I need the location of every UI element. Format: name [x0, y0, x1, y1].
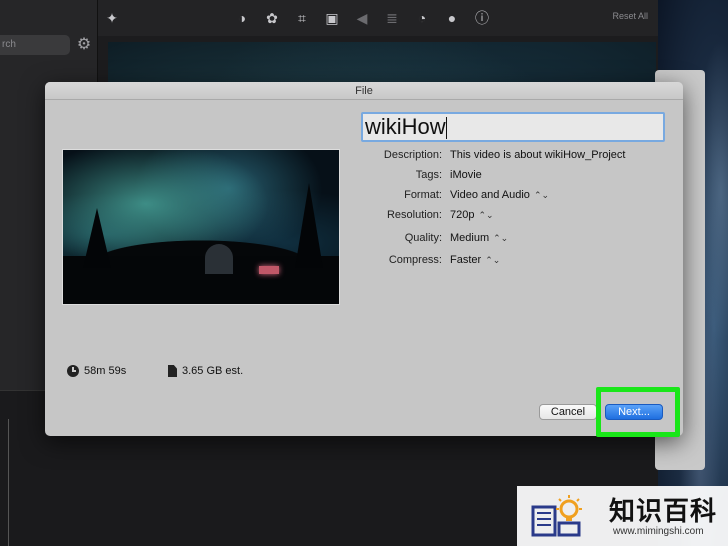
size-stat: 3.65 GB est.: [168, 364, 243, 378]
file-icon: [168, 365, 177, 377]
field-compress[interactable]: Compress: Faster ⌃⌄: [345, 252, 675, 268]
equalizer-icon[interactable]: ≣: [382, 8, 402, 28]
speed-icon[interactable]: ◔: [412, 8, 432, 28]
book-bulb-icon: [531, 495, 582, 537]
clock-icon: [67, 365, 79, 377]
resolution-popup[interactable]: 720p ⌃⌄: [450, 207, 494, 223]
camera-icon[interactable]: ▣: [322, 8, 342, 28]
field-quality[interactable]: Quality: Medium ⌃⌄: [345, 230, 675, 246]
filter-icon[interactable]: ●: [442, 8, 462, 28]
field-label: Quality:: [404, 232, 442, 244]
field-resolution[interactable]: Resolution: 720p ⌃⌄: [345, 207, 675, 223]
adjustments-toolbar: ✦ ◑ ✿ ⌗ ▣ ◀ ≣ ◔ ● ⓘ Reset All: [98, 0, 658, 36]
export-file-dialog: File wikiHow Description: This video is …: [45, 82, 683, 436]
field-value: Medium: [450, 232, 490, 244]
watermark-title: 知识百科: [609, 497, 718, 527]
observatory-dome: [205, 244, 233, 274]
duration-stat: 58m 59s: [67, 364, 126, 378]
next-button-highlight: [596, 387, 680, 437]
chevron-updown-icon: ⌃⌄: [533, 190, 550, 200]
field-label: Tags:: [415, 169, 442, 181]
magic-wand-icon[interactable]: ✦: [102, 8, 122, 28]
dialog-title: File: [45, 82, 683, 100]
size-value: 3.65 GB est.: [182, 365, 244, 377]
info-icon[interactable]: ⓘ: [472, 8, 492, 28]
gear-icon[interactable]: ⚙: [75, 36, 93, 54]
field-label: Description:: [383, 149, 442, 161]
field-label: Compress:: [388, 254, 442, 266]
playhead[interactable]: [8, 419, 9, 546]
watermark: 知识百科 www.mimingshi.com: [517, 486, 728, 546]
thumbnail-tree: [83, 208, 111, 268]
text-caret: [445, 117, 447, 140]
watermark-url: www.mimingshi.com: [613, 526, 704, 537]
compress-popup[interactable]: Faster ⌃⌄: [450, 252, 500, 268]
crop-icon[interactable]: ⌗: [292, 8, 312, 28]
format-popup[interactable]: Video and Audio ⌃⌄: [450, 187, 549, 203]
chevron-updown-icon: ⌃⌄: [485, 255, 501, 265]
project-name-field[interactable]: wikiHow: [361, 112, 665, 142]
cancel-button[interactable]: Cancel: [539, 404, 597, 420]
field-label: Format:: [404, 189, 442, 201]
field-format[interactable]: Format: Video and Audio ⌃⌄: [345, 187, 675, 203]
field-tags[interactable]: Tags: iMovie: [345, 167, 675, 183]
chevron-updown-icon: ⌃⌄: [493, 233, 509, 243]
palette-icon[interactable]: ✿: [262, 8, 282, 28]
field-description[interactable]: Description: This video is about wikiHow…: [345, 147, 675, 163]
quality-popup[interactable]: Medium ⌃⌄: [450, 230, 508, 246]
reset-all-button[interactable]: Reset All: [612, 11, 648, 21]
thumbnail-tree: [295, 183, 323, 268]
search-input[interactable]: rch: [0, 35, 70, 55]
duration-value: 58m 59s: [84, 365, 127, 377]
chevron-updown-icon: ⌃⌄: [478, 210, 494, 220]
field-label: Resolution:: [386, 209, 442, 221]
field-value: Faster: [450, 254, 482, 266]
project-name-value: wikiHow: [365, 114, 446, 139]
field-value: Video and Audio: [450, 189, 530, 201]
field-value[interactable]: iMovie: [450, 167, 482, 183]
video-thumbnail: [62, 149, 340, 305]
color-balance-icon[interactable]: ◑: [232, 8, 252, 28]
field-value: 720p: [450, 209, 475, 221]
field-value[interactable]: This video is about wikiHow_Project: [450, 147, 625, 163]
volume-icon[interactable]: ◀: [352, 8, 372, 28]
thumbnail-lights: [259, 266, 279, 274]
